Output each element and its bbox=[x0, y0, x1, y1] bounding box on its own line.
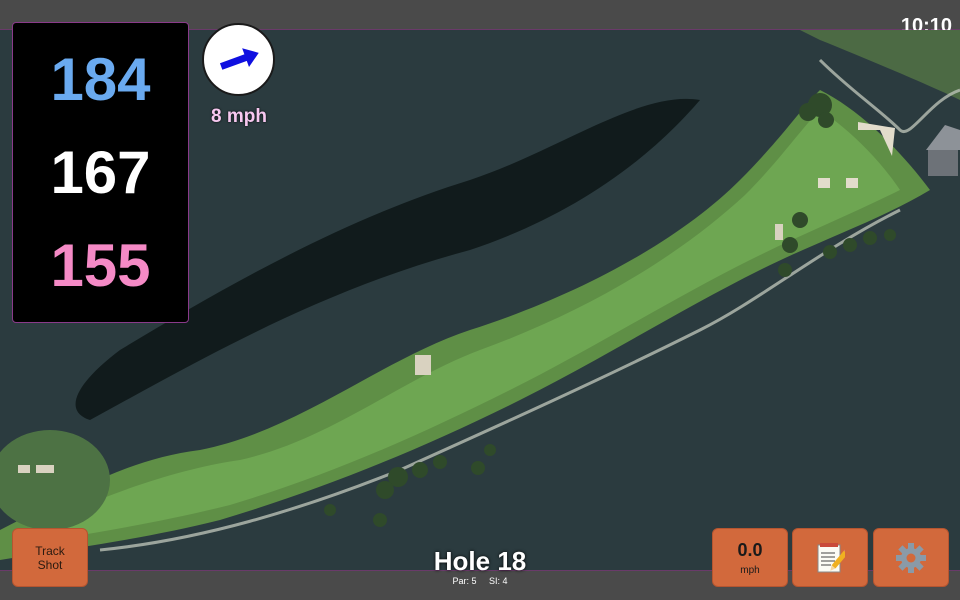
hole-title: Hole 18 bbox=[433, 546, 527, 576]
speed-value: 0.0 bbox=[737, 539, 763, 560]
notepad-icon bbox=[817, 542, 845, 572]
wind-dial bbox=[202, 23, 275, 96]
distance-panel: 184 167 155 bbox=[12, 22, 189, 323]
track-shot-button[interactable]: Track Shot bbox=[12, 528, 88, 587]
hole-par: Par: 5 bbox=[452, 576, 477, 586]
speed-button[interactable]: 0.0 mph bbox=[712, 528, 788, 587]
track-shot-label-line2: Shot bbox=[37, 557, 63, 572]
hole-details: Par: 5 SI: 4 bbox=[400, 576, 560, 586]
center-distance: 167 bbox=[50, 138, 151, 206]
notes-button[interactable] bbox=[792, 528, 868, 587]
hole-stroke-index: SI: 4 bbox=[489, 576, 508, 586]
settings-button[interactable] bbox=[873, 528, 949, 587]
wind-arrow-icon bbox=[219, 47, 259, 70]
speed-unit: mph bbox=[740, 564, 760, 576]
front-distance: 155 bbox=[50, 231, 151, 299]
wind-speed: 8 mph bbox=[211, 106, 267, 127]
hole-info: Hole 18 Par: 5 SI: 4 bbox=[400, 548, 560, 586]
track-shot-label-line1: Track bbox=[35, 543, 65, 558]
gear-icon bbox=[896, 542, 926, 573]
back-distance: 184 bbox=[50, 45, 151, 113]
